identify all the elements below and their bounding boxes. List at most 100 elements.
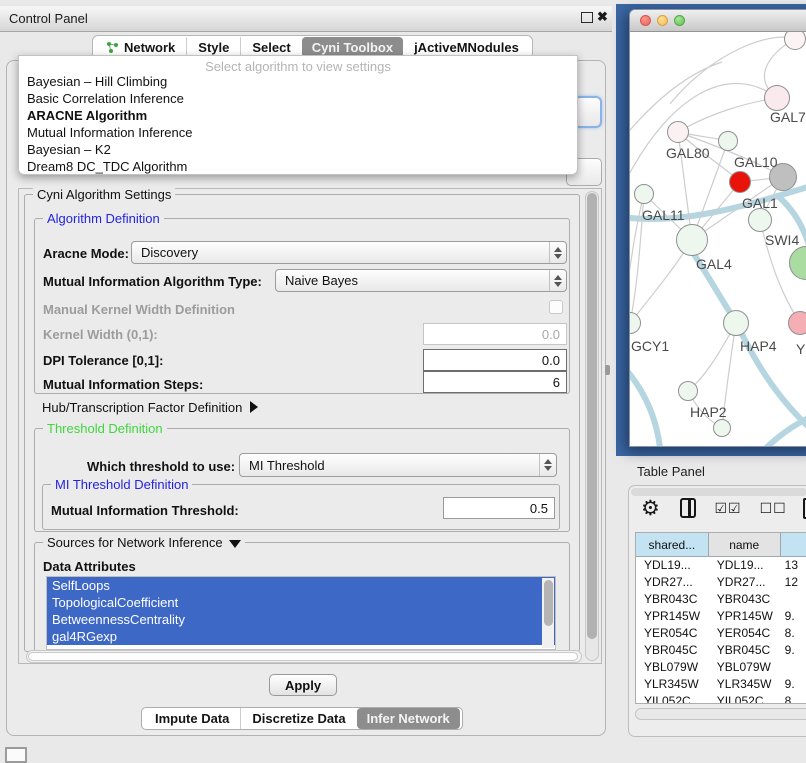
minimize-traffic-light-icon[interactable] (657, 15, 668, 26)
graph-node-label: SWI4 (765, 232, 799, 248)
tab-impute-data[interactable]: Impute Data (144, 708, 240, 729)
float-window-icon[interactable] (581, 12, 593, 23)
table-row[interactable]: YPR145WYPR145W9. (636, 608, 806, 625)
attribute-item-betweennesscentrality[interactable]: BetweennessCentrality (47, 611, 555, 628)
cell-shared-name: YBR045C (636, 642, 709, 659)
graph-node[interactable] (718, 131, 738, 151)
docked-panel-icon[interactable] (5, 747, 27, 763)
graph-node-label: GAL7 (770, 109, 806, 125)
table-row[interactable]: YIL052CYIL052C8. (636, 693, 806, 704)
algorithm-option-bayesian-k2[interactable]: Bayesian – K2 (19, 141, 577, 158)
mi-threshold-field[interactable] (443, 497, 555, 519)
apply-button[interactable]: Apply (269, 674, 337, 696)
tab-label: Discretize Data (252, 708, 345, 729)
attribute-item-topologicalcoefficient[interactable]: TopologicalCoefficient (47, 594, 555, 611)
deselect-all-checkboxes-icon[interactable]: ☐☐ (760, 500, 787, 517)
cyni-settings-group-title: Cyni Algorithm Settings (33, 187, 175, 202)
cell-name: YLR345W (709, 676, 781, 693)
table-panel-title: Table Panel (637, 464, 705, 479)
cell-name: YER054C (709, 625, 781, 642)
algorithm-option-aracne-algorithm[interactable]: ARACNE Algorithm (19, 107, 577, 124)
column-header-name[interactable]: name (709, 533, 781, 557)
attribute-item-selfloops[interactable]: SelfLoops (47, 577, 555, 594)
graph-node-label: GAL11 (642, 207, 685, 223)
manual-kernel-width-checkbox[interactable] (549, 300, 563, 314)
mi-algorithm-type-combo[interactable]: Naive Bayes (275, 269, 567, 292)
graph-node-gal11[interactable] (634, 184, 654, 204)
mi-threshold-definition-group: MI Threshold Definition Mutual Informati… (42, 484, 560, 530)
app-root: Control Panel ✖ NetworkStyleSelectCyni T… (0, 0, 806, 762)
mi-steps-field[interactable] (423, 371, 567, 393)
table-row[interactable]: YDL19...YDL19...13 (636, 557, 806, 574)
graph-node-gal80[interactable] (667, 121, 689, 143)
expanded-caret-icon (229, 540, 241, 548)
network-icon (106, 41, 119, 54)
graph-node-label: GAL80 (666, 145, 710, 161)
columns-icon[interactable] (680, 498, 697, 518)
graph-node-gal1[interactable] (729, 171, 751, 193)
table-row[interactable]: YBR045CYBR045C9. (636, 642, 806, 659)
cell-value: 9. (781, 608, 806, 625)
mi-threshold-label: Mutual Information Threshold: (51, 503, 239, 518)
graph-node-hap4[interactable] (723, 310, 749, 336)
tab-discretize-data[interactable]: Discretize Data (240, 708, 356, 729)
algorithm-option-list: Bayesian – Hill ClimbingBasic Correlatio… (19, 73, 577, 175)
table-row[interactable]: YER054CYER054C8. (636, 625, 806, 642)
column-header-clipped[interactable] (781, 533, 806, 557)
table-hscrollbar-thumb[interactable] (631, 488, 806, 496)
settings-hscrollbar-thumb[interactable] (28, 652, 578, 661)
which-threshold-combo[interactable]: MI Threshold (239, 453, 557, 477)
table-row[interactable]: YDR27...YDR27...12 (636, 574, 806, 591)
stepper-icon (539, 454, 556, 476)
gear-icon[interactable]: ⚙ (641, 498, 660, 519)
zoom-traffic-light-icon[interactable] (674, 15, 685, 26)
close-traffic-light-icon[interactable] (640, 15, 651, 26)
close-icon[interactable]: ✖ (597, 9, 608, 25)
panel-title: Control Panel (9, 11, 88, 26)
algorithm-option-dream8-dc-tdc-algorithm[interactable]: Dream8 DC_TDC Algorithm (19, 158, 577, 175)
graph-node[interactable] (713, 419, 731, 437)
cell-name: YBR043C (709, 591, 781, 608)
algorithm-option-basic-correlation-inference[interactable]: Basic Correlation Inference (19, 90, 577, 107)
table-row[interactable]: YBR043CYBR043C (636, 591, 806, 608)
tab-label: Impute Data (155, 708, 229, 729)
table-row[interactable]: YBL079WYBL079W (636, 659, 806, 676)
network-window-titlebar[interactable] (630, 10, 806, 32)
settings-scrollbar-thumb[interactable] (587, 193, 597, 639)
hub-factor-expander[interactable]: Hub/Transcription Factor Definition (42, 400, 258, 415)
graph-node-gal7[interactable] (764, 85, 790, 111)
aracne-mode-combo[interactable]: Discovery (131, 241, 567, 264)
mi-algorithm-type-value: Naive Bayes (276, 273, 549, 288)
mi-threshold-group-title: MI Threshold Definition (51, 477, 192, 492)
kernel-width-field[interactable] (423, 323, 567, 345)
data-attributes-list[interactable]: SelfLoopsTopologicalCoefficientBetweenne… (46, 576, 556, 650)
network-view-window[interactable]: GAL7GAL80GAL10GAL1GAL11SWI4GAL4GCY1HAP4Y… (629, 9, 806, 447)
algorithm-option-mutual-information-inference[interactable]: Mutual Information Inference (19, 124, 577, 141)
cell-value: 8. (781, 693, 806, 704)
select-all-checkboxes-icon[interactable]: ☑☑ (714, 500, 741, 517)
cell-value: 12 (781, 574, 806, 591)
graph-node-y[interactable] (788, 311, 806, 335)
hub-factor-expander-label: Hub/Transcription Factor Definition (42, 400, 242, 415)
inference-algorithm-combo-fragment[interactable] (574, 96, 602, 128)
graph-node-swi4[interactable] (748, 208, 772, 232)
tab-infer-network[interactable]: Infer Network (357, 708, 460, 729)
sources-group-title[interactable]: Sources for Network Inference (43, 535, 245, 550)
cell-value: 9. (781, 642, 806, 659)
kernel-width-label: Kernel Width (0,1): (43, 327, 158, 342)
graph-node-hap2[interactable] (678, 381, 698, 401)
column-header-shared-name[interactable]: shared... (636, 533, 709, 557)
dpi-tolerance-field[interactable] (423, 349, 567, 371)
split-divider-handle[interactable] (605, 365, 610, 375)
table-hscrollbar-track[interactable] (635, 708, 806, 720)
algorithm-option-bayesian-hill-climbing[interactable]: Bayesian – Hill Climbing (19, 73, 577, 90)
cell-name: YPR145W (709, 608, 781, 625)
table-row[interactable]: YLR345WYLR345W9. (636, 676, 806, 693)
mi-algorithm-type-label: Mutual Information Algorithm Type: (43, 274, 262, 289)
graph-node-gal4[interactable] (676, 224, 708, 256)
network-graph-canvas[interactable]: GAL7GAL80GAL10GAL1GAL11SWI4GAL4GCY1HAP4Y… (630, 32, 806, 446)
cell-value: 13 (781, 557, 806, 574)
attribute-item-gal4rgexp[interactable]: gal4RGexp (47, 628, 555, 645)
cell-value: 9. (781, 676, 806, 693)
attributes-scrollbar-thumb[interactable] (544, 580, 553, 626)
